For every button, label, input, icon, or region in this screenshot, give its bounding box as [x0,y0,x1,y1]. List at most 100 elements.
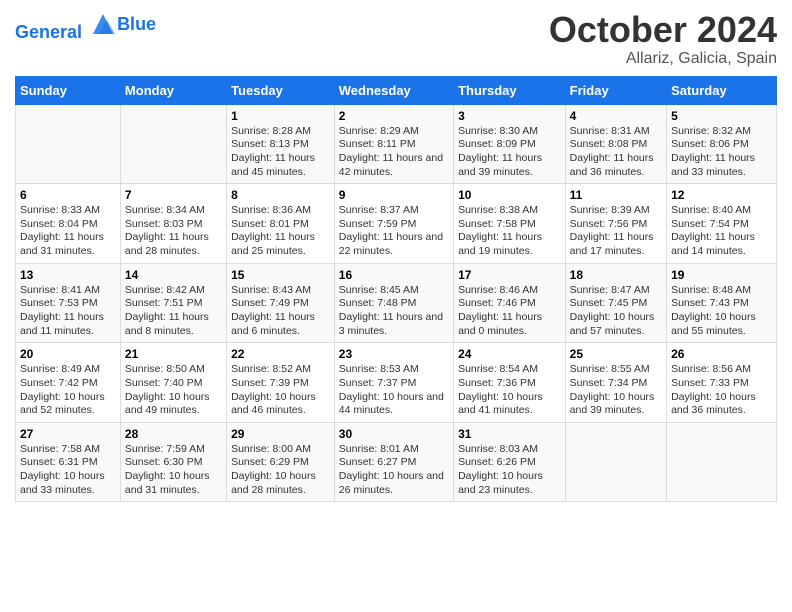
day-number: 29 [231,427,330,441]
calendar-cell: 29Sunrise: 8:00 AM Sunset: 6:29 PM Dayli… [227,422,335,502]
calendar-cell [565,422,666,502]
day-info: Sunrise: 8:40 AM Sunset: 7:54 PM Dayligh… [671,204,772,259]
day-number: 13 [20,268,116,282]
calendar-cell: 1 Sunrise: 8:28 AM Sunset: 8:13 PM Daylig… [227,104,335,184]
day-info: Sunrise: 8:52 AM Sunset: 7:39 PM Dayligh… [231,363,330,418]
day-info: Sunrise: 8:33 AM Sunset: 8:04 PM Dayligh… [20,204,116,259]
calendar-cell: 13Sunrise: 8:41 AM Sunset: 7:53 PM Dayli… [16,263,121,343]
page: General Blue October 2024 Allariz, Galic… [0,0,792,512]
day-info: Sunrise: 8:56 AM Sunset: 7:33 PM Dayligh… [671,363,772,418]
day-number: 20 [20,347,116,361]
day-info: Sunrise: 8:28 AM Sunset: 8:13 PM Dayligh… [231,125,330,180]
day-number: 28 [125,427,222,441]
header-thursday: Thursday [454,76,566,104]
header-sunday: Sunday [16,76,121,104]
day-number: 9 [339,188,449,202]
day-number: 17 [458,268,561,282]
day-info: Sunrise: 8:50 AM Sunset: 7:40 PM Dayligh… [125,363,222,418]
header-monday: Monday [120,76,226,104]
calendar-cell: 20Sunrise: 8:49 AM Sunset: 7:42 PM Dayli… [16,343,121,423]
day-info: Sunrise: 8:42 AM Sunset: 7:51 PM Dayligh… [125,284,222,339]
header-tuesday: Tuesday [227,76,335,104]
day-number: 4 [570,109,662,123]
logo-text: General [15,10,117,43]
day-info: Sunrise: 8:43 AM Sunset: 7:49 PM Dayligh… [231,284,330,339]
calendar-cell: 2Sunrise: 8:29 AM Sunset: 8:11 PM Daylig… [334,104,453,184]
calendar-cell [120,104,226,184]
day-info: Sunrise: 8:45 AM Sunset: 7:48 PM Dayligh… [339,284,449,339]
calendar-cell: 30 Sunrise: 8:01 AM Sunset: 6:27 PM Dayli… [334,422,453,502]
day-number: 8 [231,188,330,202]
calendar-cell: 4 Sunrise: 8:31 AM Sunset: 8:08 PM Daylig… [565,104,666,184]
calendar-cell: 15 Sunrise: 8:43 AM Sunset: 7:49 PM Dayli… [227,263,335,343]
calendar-cell: 21 Sunrise: 8:50 AM Sunset: 7:40 PM Dayli… [120,343,226,423]
calendar-table: Sunday Monday Tuesday Wednesday Thursday… [15,76,777,503]
calendar-cell: 22 Sunrise: 8:52 AM Sunset: 7:39 PM Dayli… [227,343,335,423]
calendar-cell: 3 Sunrise: 8:30 AM Sunset: 8:09 PM Daylig… [454,104,566,184]
day-number: 21 [125,347,222,361]
calendar-cell [667,422,777,502]
calendar-cell: 18 Sunrise: 8:47 AM Sunset: 7:45 PM Dayli… [565,263,666,343]
day-number: 30 [339,427,449,441]
day-number: 25 [570,347,662,361]
day-number: 31 [458,427,561,441]
day-number: 12 [671,188,772,202]
calendar-cell: 19Sunrise: 8:48 AM Sunset: 7:43 PM Dayli… [667,263,777,343]
day-info: Sunrise: 8:46 AM Sunset: 7:46 PM Dayligh… [458,284,561,339]
logo-general: General [15,22,82,42]
calendar-cell: 24 Sunrise: 8:54 AM Sunset: 7:36 PM Dayli… [454,343,566,423]
day-info: Sunrise: 8:30 AM Sunset: 8:09 PM Dayligh… [458,125,561,180]
day-info: Sunrise: 8:39 AM Sunset: 7:56 PM Dayligh… [570,204,662,259]
weekday-header-row: Sunday Monday Tuesday Wednesday Thursday… [16,76,777,104]
logo-blue: Blue [117,15,156,35]
day-info: Sunrise: 8:55 AM Sunset: 7:34 PM Dayligh… [570,363,662,418]
calendar-cell: 10Sunrise: 8:38 AM Sunset: 7:58 PM Dayli… [454,184,566,264]
calendar-cell: 16Sunrise: 8:45 AM Sunset: 7:48 PM Dayli… [334,263,453,343]
calendar-cell: 5 Sunrise: 8:32 AM Sunset: 8:06 PM Daylig… [667,104,777,184]
calendar-cell: 12 Sunrise: 8:40 AM Sunset: 7:54 PM Dayli… [667,184,777,264]
day-info: Sunrise: 8:01 AM Sunset: 6:27 PM Dayligh… [339,443,449,498]
day-number: 15 [231,268,330,282]
day-number: 3 [458,109,561,123]
day-number: 18 [570,268,662,282]
logo-icon [89,10,117,38]
calendar-cell: 27 Sunrise: 7:58 AM Sunset: 6:31 PM Dayli… [16,422,121,502]
day-info: Sunrise: 8:31 AM Sunset: 8:08 PM Dayligh… [570,125,662,180]
calendar-week-row-2: 13Sunrise: 8:41 AM Sunset: 7:53 PM Dayli… [16,263,777,343]
calendar-cell: 9 Sunrise: 8:37 AM Sunset: 7:59 PM Daylig… [334,184,453,264]
calendar-week-row-1: 6 Sunrise: 8:33 AM Sunset: 8:04 PM Daylig… [16,184,777,264]
day-info: Sunrise: 8:47 AM Sunset: 7:45 PM Dayligh… [570,284,662,339]
day-info: Sunrise: 7:59 AM Sunset: 6:30 PM Dayligh… [125,443,222,498]
day-number: 24 [458,347,561,361]
calendar-cell: 28 Sunrise: 7:59 AM Sunset: 6:30 PM Dayli… [120,422,226,502]
day-info: Sunrise: 7:58 AM Sunset: 6:31 PM Dayligh… [20,443,116,498]
month-title: October 2024 [549,10,777,50]
calendar-cell [16,104,121,184]
header-wednesday: Wednesday [334,76,453,104]
day-number: 14 [125,268,222,282]
day-info: Sunrise: 8:34 AM Sunset: 8:03 PM Dayligh… [125,204,222,259]
calendar-cell: 6 Sunrise: 8:33 AM Sunset: 8:04 PM Daylig… [16,184,121,264]
day-info: Sunrise: 8:32 AM Sunset: 8:06 PM Dayligh… [671,125,772,180]
day-number: 27 [20,427,116,441]
calendar-cell: 31 Sunrise: 8:03 AM Sunset: 6:26 PM Dayli… [454,422,566,502]
day-info: Sunrise: 8:54 AM Sunset: 7:36 PM Dayligh… [458,363,561,418]
calendar-cell: 23Sunrise: 8:53 AM Sunset: 7:37 PM Dayli… [334,343,453,423]
calendar-cell: 25 Sunrise: 8:55 AM Sunset: 7:34 PM Dayli… [565,343,666,423]
day-number: 5 [671,109,772,123]
calendar-cell: 14 Sunrise: 8:42 AM Sunset: 7:51 PM Dayli… [120,263,226,343]
day-info: Sunrise: 8:03 AM Sunset: 6:26 PM Dayligh… [458,443,561,498]
day-number: 22 [231,347,330,361]
day-number: 2 [339,109,449,123]
day-number: 6 [20,188,116,202]
day-info: Sunrise: 8:37 AM Sunset: 7:59 PM Dayligh… [339,204,449,259]
day-number: 26 [671,347,772,361]
day-number: 1 [231,109,330,123]
header: General Blue October 2024 Allariz, Galic… [15,10,777,68]
calendar-cell: 17 Sunrise: 8:46 AM Sunset: 7:46 PM Dayli… [454,263,566,343]
header-friday: Friday [565,76,666,104]
calendar-cell: 8Sunrise: 8:36 AM Sunset: 8:01 PM Daylig… [227,184,335,264]
day-number: 10 [458,188,561,202]
calendar-cell: 11Sunrise: 8:39 AM Sunset: 7:56 PM Dayli… [565,184,666,264]
location-subtitle: Allariz, Galicia, Spain [549,50,777,68]
